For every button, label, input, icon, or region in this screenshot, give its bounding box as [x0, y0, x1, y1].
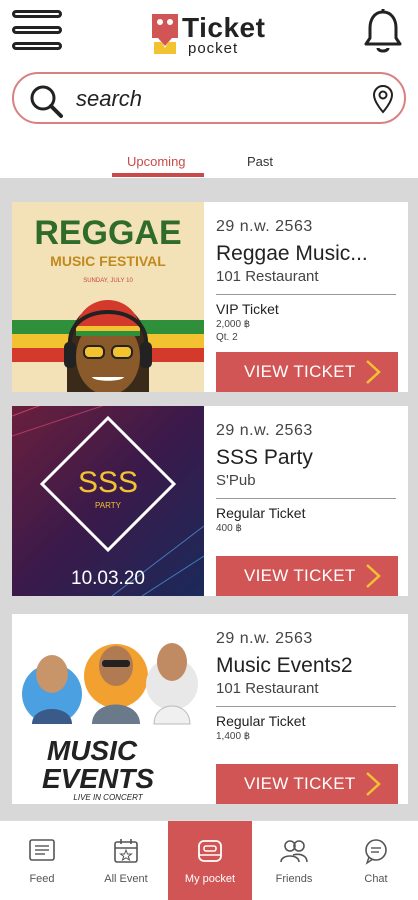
- bottom-navigation: Feed All Event My pocket Friends Chat: [0, 820, 418, 900]
- tab-past[interactable]: Past: [247, 154, 273, 169]
- chat-icon: [365, 839, 387, 865]
- chevron-right-icon: [366, 360, 381, 384]
- ticket-list: REGGAE MUSIC FESTIVAL SUNDAY, JULY 10 29…: [0, 178, 418, 820]
- event-title: Music Events2: [216, 654, 353, 677]
- active-tab-indicator: [112, 173, 204, 177]
- nav-label: Friends: [275, 873, 313, 885]
- tab-upcoming[interactable]: Upcoming: [127, 154, 186, 169]
- ticket-price: 400 ฿: [216, 523, 242, 534]
- poster-headline-2: EVENTS: [42, 763, 154, 794]
- poster-subtitle: MUSIC FESTIVAL: [50, 253, 166, 269]
- event-venue: 101 Restaurant: [216, 268, 319, 285]
- view-ticket-label: VIEW TICKET: [244, 774, 356, 793]
- divider: [216, 706, 396, 707]
- nav-label: All Event: [104, 873, 148, 885]
- ticket-details: 29 n.w. 2563 Reggae Music... 101 Restaur…: [216, 202, 400, 392]
- poster-headline-1: MUSIC: [47, 735, 138, 766]
- view-ticket-label: VIEW TICKET: [244, 566, 356, 585]
- ticket-card[interactable]: MUSIC EVENTS LIVE IN CONCERT 29 n.w. 256…: [12, 614, 408, 804]
- bell-icon[interactable]: [362, 8, 404, 56]
- ticket-price: 2,000 ฿: [216, 319, 251, 330]
- friends-icon: [280, 840, 308, 863]
- event-poster-reggae: REGGAE MUSIC FESTIVAL SUNDAY, JULY 10: [12, 202, 204, 392]
- nav-item-friends[interactable]: Friends: [252, 821, 336, 900]
- nav-label: Feed: [29, 873, 55, 885]
- divider: [216, 294, 396, 295]
- event-title: SSS Party: [216, 446, 313, 469]
- ticket-card[interactable]: SSS PARTY 10.03.20 29 n.w. 2563 SSS Part…: [12, 406, 408, 596]
- event-poster-sss-party: SSS PARTY 10.03.20: [12, 406, 204, 596]
- ticket-type: Regular Ticket: [216, 713, 306, 729]
- logo-subtitle: pocket: [188, 40, 239, 57]
- poster-headline: SSS: [78, 466, 138, 499]
- event-date: 29 n.w. 2563: [216, 630, 313, 647]
- search-icon: [30, 85, 63, 118]
- location-pin-icon[interactable]: [372, 84, 394, 114]
- event-venue: S'Pub: [216, 472, 256, 489]
- nav-item-feed[interactable]: Feed: [0, 821, 84, 900]
- nav-item-chat[interactable]: Chat: [334, 821, 418, 900]
- ticket-price: 1,400 ฿: [216, 731, 251, 742]
- event-venue: 101 Restaurant: [216, 680, 319, 697]
- poster-date: 10.03.20: [71, 568, 145, 589]
- nav-label: Chat: [364, 873, 388, 885]
- chevron-right-icon: [366, 564, 381, 588]
- view-ticket-button[interactable]: VIEW TICKET: [216, 556, 398, 596]
- ticket-details: 29 n.w. 2563 SSS Party S'Pub Regular Tic…: [216, 406, 400, 596]
- view-ticket-button[interactable]: VIEW TICKET: [216, 764, 398, 804]
- chevron-right-icon: [366, 772, 381, 796]
- divider: [216, 498, 396, 499]
- event-title: Reggae Music...: [216, 242, 368, 265]
- event-poster-music-events: MUSIC EVENTS LIVE IN CONCERT: [12, 614, 204, 804]
- ticket-type: Regular Ticket: [216, 505, 306, 521]
- search-input[interactable]: [76, 84, 356, 114]
- poster-headline: REGGAE: [34, 214, 181, 252]
- ticket-card[interactable]: REGGAE MUSIC FESTIVAL SUNDAY, JULY 10 29…: [12, 202, 408, 392]
- calendar-icon: [114, 839, 138, 863]
- pocket-icon: [198, 840, 222, 862]
- ticket-type: VIP Ticket: [216, 301, 279, 317]
- ticket-tabs: Upcoming Past: [0, 148, 418, 178]
- ticket-pocket-logo: Ticket pocket: [150, 10, 280, 58]
- ticket-details: 29 n.w. 2563 Music Events2 101 Restauran…: [216, 614, 400, 804]
- ticket-quantity: Qt. 2: [216, 332, 238, 343]
- nav-item-my-pocket[interactable]: My pocket: [168, 821, 252, 900]
- poster-date: SUNDAY, JULY 10: [83, 278, 133, 284]
- logo-mark-icon: [152, 14, 178, 54]
- nav-label: My pocket: [184, 873, 236, 885]
- event-date: 29 n.w. 2563: [216, 422, 313, 439]
- view-ticket-button[interactable]: VIEW TICKET: [216, 352, 398, 392]
- hamburger-menu-icon[interactable]: [10, 8, 64, 56]
- event-date: 29 n.w. 2563: [216, 218, 313, 235]
- view-ticket-label: VIEW TICKET: [244, 362, 356, 381]
- search-bar[interactable]: [12, 72, 406, 124]
- app-header: Ticket pocket: [0, 0, 418, 62]
- feed-icon: [29, 839, 55, 861]
- nav-item-all-event[interactable]: All Event: [84, 821, 168, 900]
- poster-subtitle: PARTY: [95, 501, 122, 510]
- poster-subtitle: LIVE IN CONCERT: [73, 793, 143, 802]
